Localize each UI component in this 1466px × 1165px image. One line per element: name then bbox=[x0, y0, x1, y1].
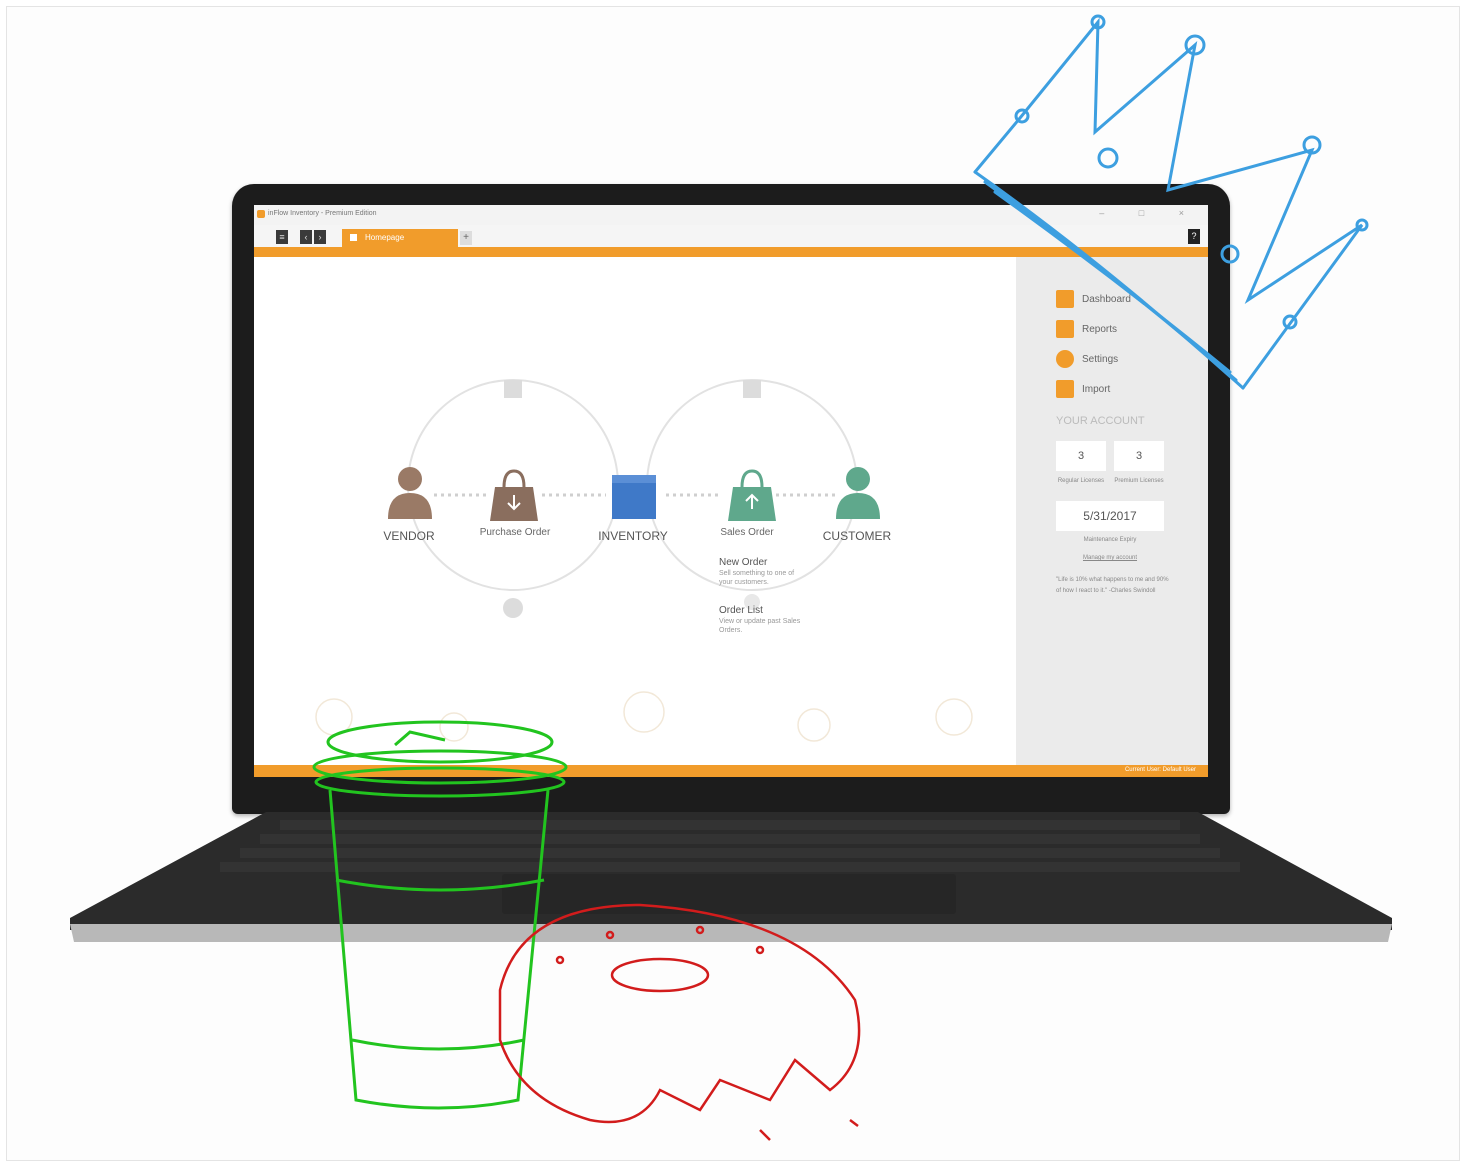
donut-doodle bbox=[498, 903, 861, 1141]
coffee-cup-doodle bbox=[312, 720, 568, 1110]
doodle-layer bbox=[312, 14, 1369, 1141]
crown-doodle bbox=[973, 14, 1369, 390]
